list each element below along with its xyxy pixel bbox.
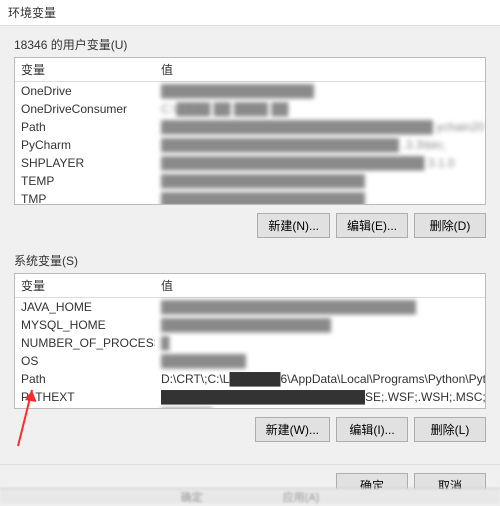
user-edit-button[interactable]: 编辑(E)... bbox=[336, 213, 408, 238]
system-vars-label: 系统变量(S) bbox=[14, 252, 486, 269]
var-value-cell: ████████████████████████ bbox=[155, 190, 485, 204]
table-row[interactable]: TMP████████████████████████ bbox=[15, 190, 485, 204]
var-value-cell: ████████████████████████ bbox=[155, 172, 485, 190]
table-row[interactable]: NUMBER_OF_PROCESS...█ bbox=[15, 334, 485, 352]
col-value[interactable]: 值 bbox=[155, 58, 485, 82]
user-vars-table[interactable]: 变量 值 OneDrive██████████████████OneDriveC… bbox=[15, 58, 485, 204]
user-vars-table-box: 变量 值 OneDrive██████████████████OneDriveC… bbox=[14, 57, 486, 205]
var-name-cell: OneDrive bbox=[15, 82, 155, 101]
window-title: 环境变量 bbox=[8, 6, 56, 20]
var-value-cell: ██████████████████████████████ bbox=[155, 298, 485, 317]
var-value-cell: ██████████ bbox=[155, 352, 485, 370]
table-row[interactable]: MYSQL_HOME████████████████████ bbox=[15, 316, 485, 334]
var-value-cell: D:\CRT\;C:\L██████6\AppData\Local\Progra… bbox=[155, 370, 485, 388]
col-value[interactable]: 值 bbox=[155, 274, 485, 298]
window-titlebar: 环境变量 bbox=[0, 0, 500, 26]
var-value-cell: ██████████████████ bbox=[155, 82, 485, 101]
var-name-cell: SHPLAYER bbox=[15, 154, 155, 172]
var-name-cell: OneDriveConsumer bbox=[15, 100, 155, 118]
system-vars-section: 系统变量(S) 变量 值 JAVA_HOME██████████████████… bbox=[14, 252, 486, 442]
user-new-button[interactable]: 新建(N)... bbox=[257, 213, 330, 238]
var-name-cell: Path bbox=[15, 370, 155, 388]
dialog-content: 18346 的用户变量(U) 变量 值 OneDrive████████████… bbox=[0, 26, 500, 464]
system-vars-buttons: 新建(W)... 编辑(I)... 删除(L) bbox=[14, 417, 486, 442]
table-row[interactable]: OneDriveConsumerC:\████ ██ ████ ██ bbox=[15, 100, 485, 118]
var-name-cell: PATHEXT bbox=[15, 388, 155, 406]
var-name-cell: TMP bbox=[15, 190, 155, 204]
system-vars-table-box: 变量 值 JAVA_HOME██████████████████████████… bbox=[14, 273, 486, 409]
var-name-cell: TEMP bbox=[15, 172, 155, 190]
var-value-cell: ████████████████████████SE;.WSF;.WSH;.MS… bbox=[155, 388, 485, 406]
sys-new-button[interactable]: 新建(W)... bbox=[255, 417, 330, 442]
var-name-cell: PROCESSOR_ARCHITECTU bbox=[15, 406, 155, 408]
var-value-cell: ███████████████████████████████ 3.1.0 bbox=[155, 154, 485, 172]
var-value-cell: ██████ bbox=[155, 406, 485, 408]
system-vars-table[interactable]: 变量 值 JAVA_HOME██████████████████████████… bbox=[15, 274, 485, 408]
table-row[interactable]: PATHEXT████████████████████████SE;.WSF;.… bbox=[15, 388, 485, 406]
table-row[interactable]: OneDrive██████████████████ bbox=[15, 82, 485, 101]
var-name-cell: Path bbox=[15, 118, 155, 136]
sys-edit-button[interactable]: 编辑(I)... bbox=[336, 417, 408, 442]
col-variable[interactable]: 变量 bbox=[15, 58, 155, 82]
user-vars-scroll[interactable]: 变量 值 OneDrive██████████████████OneDriveC… bbox=[15, 58, 485, 204]
sys-delete-button[interactable]: 删除(L) bbox=[414, 417, 486, 442]
var-name-cell: MYSQL_HOME bbox=[15, 316, 155, 334]
system-vars-scroll[interactable]: 变量 值 JAVA_HOME██████████████████████████… bbox=[15, 274, 485, 408]
table-row[interactable]: PyCharm████████████████████████████ .3.3… bbox=[15, 136, 485, 154]
col-variable[interactable]: 变量 bbox=[15, 274, 155, 298]
table-row[interactable]: PathD:\CRT\;C:\L██████6\AppData\Local\Pr… bbox=[15, 370, 485, 388]
var-name-cell: PyCharm bbox=[15, 136, 155, 154]
var-value-cell: ████████████████████████████████ ychain2… bbox=[155, 118, 485, 136]
var-name-cell: NUMBER_OF_PROCESS... bbox=[15, 334, 155, 352]
var-value-cell: C:\████ ██ ████ ██ bbox=[155, 100, 485, 118]
background-window-strip: 确定 应用(A) bbox=[0, 488, 500, 504]
table-row[interactable]: TEMP████████████████████████ bbox=[15, 172, 485, 190]
table-row[interactable]: Path████████████████████████████████ ych… bbox=[15, 118, 485, 136]
user-vars-buttons: 新建(N)... 编辑(E)... 删除(D) bbox=[14, 213, 486, 238]
var-name-cell: OS bbox=[15, 352, 155, 370]
user-vars-label: 18346 的用户变量(U) bbox=[14, 36, 486, 53]
table-row[interactable]: JAVA_HOME██████████████████████████████ bbox=[15, 298, 485, 317]
user-delete-button[interactable]: 删除(D) bbox=[414, 213, 486, 238]
table-row[interactable]: PROCESSOR_ARCHITECTU██████ bbox=[15, 406, 485, 408]
table-row[interactable]: SHPLAYER███████████████████████████████ … bbox=[15, 154, 485, 172]
table-row[interactable]: OS██████████ bbox=[15, 352, 485, 370]
var-value-cell: ████████████████████ bbox=[155, 316, 485, 334]
var-name-cell: JAVA_HOME bbox=[15, 298, 155, 317]
var-value-cell: █ bbox=[155, 334, 485, 352]
var-value-cell: ████████████████████████████ .3.3\bin; bbox=[155, 136, 485, 154]
user-vars-section: 18346 的用户变量(U) 变量 值 OneDrive████████████… bbox=[14, 36, 486, 238]
